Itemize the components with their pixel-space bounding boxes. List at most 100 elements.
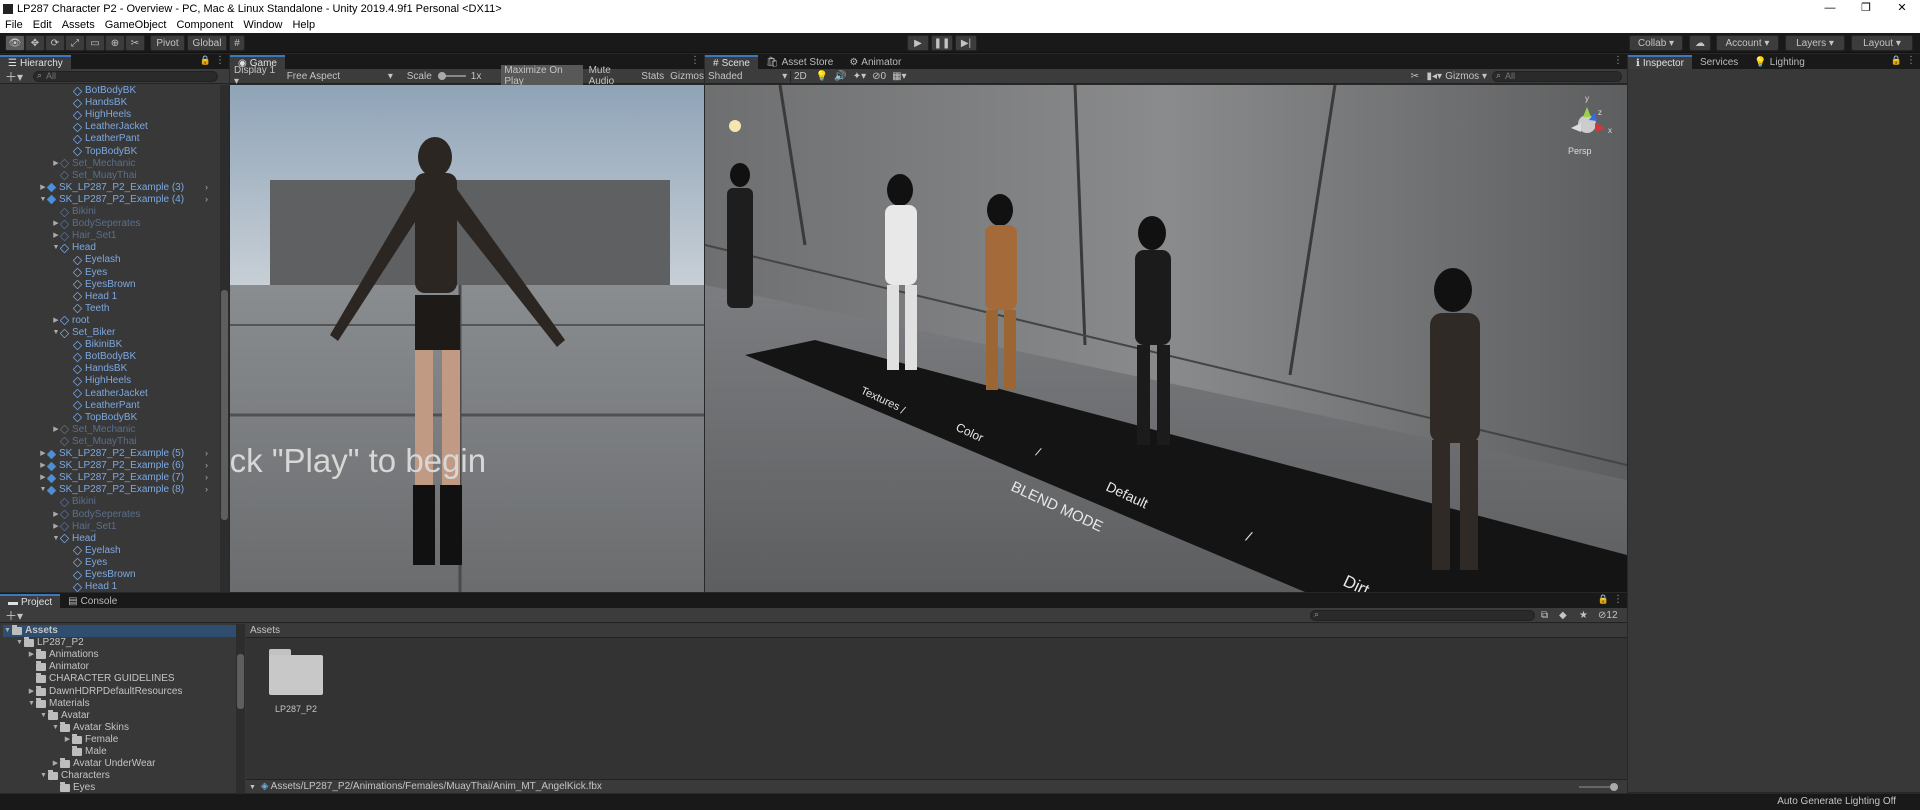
expanded-arrow-icon[interactable]: ▼	[3, 625, 12, 637]
directional-light-icon[interactable]	[729, 120, 741, 132]
cloud-button[interactable]: ☁	[1689, 35, 1711, 51]
hierarchy-row[interactable]: ▶ Hair_Set1	[52, 230, 116, 242]
scale-slider[interactable]	[437, 72, 466, 80]
icon-size-slider-knob[interactable]	[1610, 783, 1618, 791]
hierarchy-row[interactable]: Eyelash	[65, 545, 121, 557]
audio-toggle-icon[interactable]: 🔊	[834, 71, 846, 82]
hierarchy-row[interactable]: ▶ root	[52, 315, 89, 327]
icon-size-slider[interactable]	[1579, 783, 1618, 791]
hierarchy-row[interactable]: ▶ SK_LP287_P2_Example (6)	[39, 460, 184, 472]
open-prefab-chevron-icon[interactable]: ›	[205, 182, 208, 192]
create-add-icon[interactable]: ＋▾	[5, 607, 23, 624]
hierarchy-row[interactable]: EyesBrown	[65, 279, 136, 291]
search-by-type-icon[interactable]: ⧉	[1541, 610, 1548, 621]
lock-icon[interactable]: 🔒	[1891, 55, 1902, 66]
open-prefab-chevron-icon[interactable]: ›	[205, 448, 208, 458]
grid-toggle-icon[interactable]: ▦▾	[892, 71, 906, 82]
display-dropdown[interactable]: Display 1 ▾	[234, 65, 281, 87]
rotate-tool-button[interactable]: ⟳	[45, 35, 65, 51]
open-prefab-chevron-icon[interactable]: ›	[205, 472, 208, 482]
project-tree-item[interactable]: ▶ Avatar UnderWear	[51, 758, 155, 770]
project-tree-item[interactable]: ▼ Assets	[3, 625, 236, 637]
tab-scene[interactable]: # Scene	[705, 55, 758, 69]
stats-toggle[interactable]: Stats	[641, 71, 664, 82]
hierarchy-row[interactable]: Bikini	[52, 496, 96, 508]
project-tree-item[interactable]: ▼ Materials	[27, 697, 90, 710]
collapsed-arrow-icon[interactable]: ▶	[27, 649, 36, 661]
scale-slider-knob[interactable]	[437, 72, 446, 80]
panel-menu-icon[interactable]: ⋮	[1613, 594, 1623, 605]
hierarchy-row[interactable]: Teeth	[65, 303, 109, 315]
panel-menu-icon[interactable]: ⋮	[690, 55, 700, 66]
hierarchy-row[interactable]: LeatherJacket	[65, 121, 148, 133]
hierarchy-row[interactable]: HandsBK	[65, 97, 127, 109]
menu-item-assets[interactable]: Assets	[57, 19, 100, 31]
hierarchy-row[interactable]: ▶ Set_Mechanic	[52, 158, 135, 170]
hierarchy-row[interactable]: ▶ Hair_Set1	[52, 521, 116, 533]
play-button[interactable]: ▶	[907, 35, 929, 51]
tab-console[interactable]: ▤ Console	[60, 594, 126, 608]
rect-tool-button[interactable]: ▭	[85, 35, 105, 51]
hierarchy-row[interactable]: ▼ Set_Biker	[52, 327, 116, 339]
hierarchy-row[interactable]: ▼ Head	[52, 242, 96, 254]
tab-services[interactable]: Services	[1691, 55, 1747, 69]
hierarchy-row[interactable]: ▶ Set_Mechanic	[52, 424, 135, 436]
project-tree-item[interactable]: ▼ Avatar Skins	[51, 721, 129, 734]
scene-search-input[interactable]: All	[1492, 70, 1622, 82]
maximize-icon[interactable]: ❐	[1848, 0, 1884, 17]
game-viewport[interactable]: lick "Play" to begin	[230, 85, 704, 592]
hierarchy-scroll-thumb[interactable]	[221, 290, 228, 520]
collab-dropdown[interactable]: Collab ▾	[1629, 35, 1683, 51]
hierarchy-row[interactable]: BotBodyBK	[65, 85, 136, 97]
hierarchy-row[interactable]: Eyes	[65, 267, 107, 279]
expanded-arrow-icon[interactable]: ▼	[39, 194, 47, 206]
hierarchy-row[interactable]: HandsBK	[65, 363, 127, 375]
asset-folder-item[interactable]: LP287_P2	[266, 649, 326, 714]
breadcrumb[interactable]: Assets	[250, 625, 280, 636]
hierarchy-row[interactable]: EyesBrown	[65, 569, 136, 581]
hierarchy-row[interactable]: TopBodyBK	[65, 412, 137, 424]
hierarchy-search-input[interactable]: All	[33, 70, 219, 82]
project-tree-item[interactable]: CHARACTER GUIDELINES	[27, 673, 175, 685]
custom-tool-button[interactable]: ✂	[125, 35, 145, 51]
project-search-input[interactable]	[1310, 609, 1535, 621]
aspect-dropdown[interactable]: Free Aspect ▾	[287, 71, 399, 82]
hierarchy-row[interactable]: BotBodyBK	[65, 351, 136, 363]
lock-icon[interactable]: 🔒	[200, 55, 211, 66]
tab-inspector[interactable]: ℹ Inspector	[1628, 55, 1692, 69]
move-tool-button[interactable]: ✥	[25, 35, 45, 51]
project-tree-scroll-thumb[interactable]	[237, 654, 244, 709]
shading-dropdown[interactable]: Shaded ▾	[708, 71, 788, 82]
hierarchy-row[interactable]: ▶ BodySeperates	[52, 509, 140, 521]
collapsed-arrow-icon[interactable]: ▶	[63, 734, 72, 746]
hierarchy-row[interactable]: LeatherPant	[65, 133, 140, 145]
menu-item-window[interactable]: Window	[238, 19, 287, 31]
collapse-arrow-icon[interactable]: ▼	[249, 784, 256, 791]
hierarchy-row[interactable]: ▼ Head	[52, 533, 96, 545]
game-gizmos-dropdown[interactable]: Gizmos	[670, 71, 704, 82]
hierarchy-row[interactable]: BikiniBK	[65, 339, 122, 351]
search-by-label-icon[interactable]: ◆	[1559, 610, 1567, 621]
tab-asset-store[interactable]: 🛍 Asset Store	[757, 55, 842, 69]
project-tree-item[interactable]: ▶ Animations	[27, 649, 98, 661]
project-tree-item[interactable]: ▼ LP287_P2	[15, 637, 84, 649]
collapsed-arrow-icon[interactable]: ▶	[39, 182, 47, 194]
lock-icon[interactable]: 🔒	[1598, 594, 1609, 605]
hierarchy-scrollbar[interactable]	[220, 85, 229, 592]
open-prefab-chevron-icon[interactable]: ›	[205, 460, 208, 470]
persp-label[interactable]: Persp	[1568, 146, 1592, 156]
project-tree-item[interactable]: ▶ Female	[63, 733, 118, 746]
step-button[interactable]: ▶|	[955, 35, 977, 51]
project-tree-item[interactable]: ▼ Avatar	[39, 709, 90, 722]
scale-tool-button[interactable]: ⤢	[65, 35, 85, 51]
camera-icon[interactable]: ▮◂▾	[1426, 71, 1442, 82]
layout-dropdown[interactable]: Layout ▾	[1851, 35, 1913, 51]
menu-item-component[interactable]: Component	[171, 19, 238, 31]
hierarchy-row[interactable]: Set_MuayThai	[52, 170, 136, 182]
tools-icon[interactable]: ✂	[1411, 71, 1419, 82]
hierarchy-row[interactable]: Head 1	[65, 581, 117, 592]
view-tool-button[interactable]: 👁	[5, 35, 25, 51]
hierarchy-row[interactable]: ▶ BodySeperates	[52, 218, 140, 230]
maximize-on-play-toggle[interactable]: Maximize On Play	[501, 65, 583, 87]
pivot-toggle[interactable]: Pivot	[150, 35, 185, 51]
